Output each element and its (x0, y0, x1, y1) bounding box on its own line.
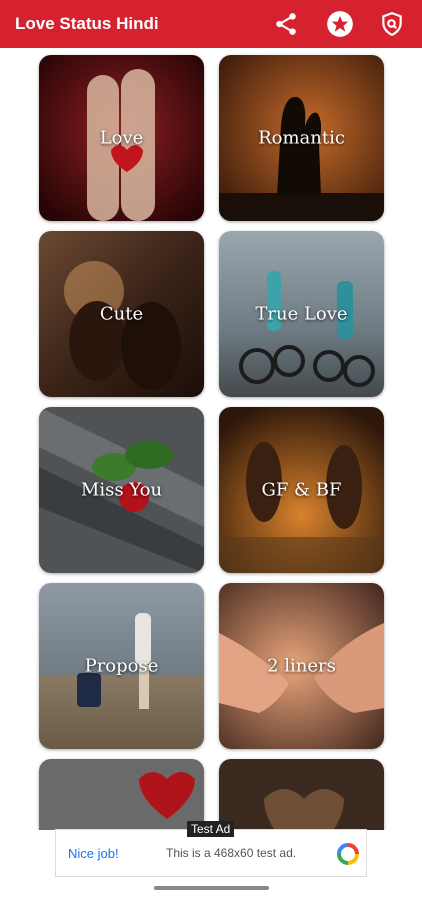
category-tile-true-love[interactable]: True Love (219, 231, 384, 397)
gesture-handle[interactable] (154, 886, 269, 890)
share-icon[interactable] (271, 9, 301, 39)
category-tile-gf-bf[interactable]: GF & BF (219, 407, 384, 573)
ad-brand-icon[interactable] (336, 842, 360, 866)
category-tile-2-liners[interactable]: 2 liners (219, 583, 384, 749)
category-label: Romantic (258, 127, 345, 149)
category-tile-love[interactable]: Love (39, 55, 204, 221)
category-label: True Love (255, 303, 348, 325)
category-tile-propose[interactable]: Propose (39, 583, 204, 749)
category-tile-miss-you[interactable]: Miss You (39, 407, 204, 573)
category-label: GF & BF (261, 479, 342, 501)
ad-headline[interactable]: Nice job! (68, 846, 119, 861)
app-bar: Love Status Hindi (0, 0, 422, 48)
system-nav-bar (0, 877, 422, 900)
category-label: 2 liners (267, 655, 336, 677)
category-label: Miss You (80, 479, 163, 501)
ad-tag: Test Ad (187, 821, 235, 837)
app-title: Love Status Hindi (15, 14, 159, 33)
category-tile-partial-2[interactable] (219, 759, 384, 830)
banner-ad[interactable]: Test Ad Nice job! This is a 468x60 test … (55, 821, 367, 877)
category-tile-romantic[interactable]: Romantic (219, 55, 384, 221)
star-icon[interactable] (325, 9, 355, 39)
ad-description: This is a 468x60 test ad. (166, 846, 297, 860)
category-tile-partial-1[interactable] (39, 759, 204, 830)
category-grid: Love Romantic Cute True Love Miss You GF… (0, 48, 422, 830)
shield-search-icon[interactable] (377, 9, 407, 39)
category-label: Love (99, 127, 144, 149)
category-label: Cute (99, 303, 144, 325)
category-tile-cute[interactable]: Cute (39, 231, 204, 397)
category-label: Propose (84, 655, 159, 677)
